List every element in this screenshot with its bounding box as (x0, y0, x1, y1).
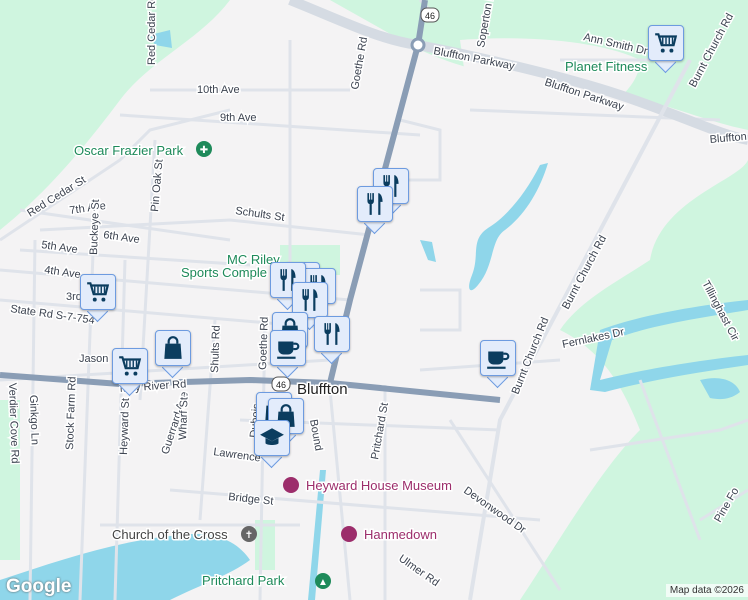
cafe-icon (480, 340, 516, 376)
restaurant-marker[interactable] (314, 316, 350, 365)
svg-text:Hanmedown: Hanmedown (364, 527, 437, 542)
svg-text:Pritchard St: Pritchard St (369, 402, 391, 461)
place-labels: Oscar Frazier Park ✚ MC Riley Sports Com… (73, 58, 650, 590)
school-marker[interactable] (254, 420, 290, 469)
grocery-cart-icon (112, 348, 148, 384)
shopping-bag-icon (155, 330, 191, 366)
school-icon (254, 420, 290, 456)
svg-text:Goethe Rd: Goethe Rd (349, 36, 370, 90)
svg-text:4th Ave: 4th Ave (44, 264, 82, 281)
cafe-icon (270, 330, 306, 366)
svg-text:Pritchard Park: Pritchard Park (202, 573, 285, 588)
map-attribution[interactable]: Map data ©2026 (665, 584, 748, 597)
grocery-cart-marker[interactable] (112, 348, 148, 397)
museum-icon (283, 477, 299, 493)
svg-text:46: 46 (425, 11, 435, 21)
grocery-cart-icon (648, 25, 684, 61)
svg-text:Heyward House Museum: Heyward House Museum (306, 478, 452, 493)
svg-text:✚: ✚ (200, 145, 208, 156)
svg-text:Shults Rd: Shults Rd (209, 325, 223, 373)
restaurant-icon (357, 186, 393, 222)
grocery-cart-marker[interactable] (648, 25, 684, 74)
svg-text:10th Ave: 10th Ave (197, 84, 240, 96)
svg-text:Goethe Rd: Goethe Rd (257, 317, 271, 371)
restaurant-marker[interactable] (357, 186, 393, 235)
svg-text:Planet Fitness: Planet Fitness (565, 59, 648, 74)
svg-text:Ulmer Rd: Ulmer Rd (396, 553, 441, 589)
svg-text:Pin Oak St: Pin Oak St (149, 159, 166, 212)
svg-text:Heyward St: Heyward St (118, 398, 132, 455)
svg-text:6th Ave: 6th Ave (103, 229, 141, 246)
svg-text:Oscar Frazier Park: Oscar Frazier Park (74, 143, 184, 158)
shop-icon (341, 526, 357, 542)
svg-text:5th Ave: 5th Ave (41, 239, 79, 256)
grocery-cart-icon (80, 274, 116, 310)
svg-text:Ginkgo Ln: Ginkgo Ln (27, 395, 41, 446)
shopping-bag-marker[interactable] (155, 330, 191, 379)
grocery-cart-marker[interactable] (80, 274, 116, 323)
svg-text:▲: ▲ (318, 577, 328, 588)
svg-text:9th Ave: 9th Ave (220, 112, 257, 124)
svg-text:Devonwood Dr: Devonwood Dr (461, 485, 528, 537)
svg-text:Jason: Jason (79, 353, 108, 365)
svg-text:Bridge St: Bridge St (228, 491, 274, 508)
svg-text:46: 46 (276, 380, 286, 390)
svg-text:✝: ✝ (245, 530, 253, 541)
svg-text:Stock Farm Rd: Stock Farm Rd (64, 376, 79, 450)
svg-text:Bluffton: Bluffton (297, 381, 348, 398)
svg-text:Sports Comple: Sports Comple (181, 265, 267, 280)
cafe-marker[interactable] (480, 340, 516, 389)
svg-text:Wharf St: Wharf St (177, 397, 190, 440)
google-logo: Google (6, 576, 72, 597)
svg-text:Buckeye St: Buckeye St (88, 199, 102, 255)
svg-text:Red Cedar Rd: Red Cedar Rd (146, 0, 158, 65)
cafe-marker[interactable] (270, 330, 306, 379)
restaurant-icon (314, 316, 350, 352)
svg-text:Church of the Cross: Church of the Cross (112, 527, 228, 542)
